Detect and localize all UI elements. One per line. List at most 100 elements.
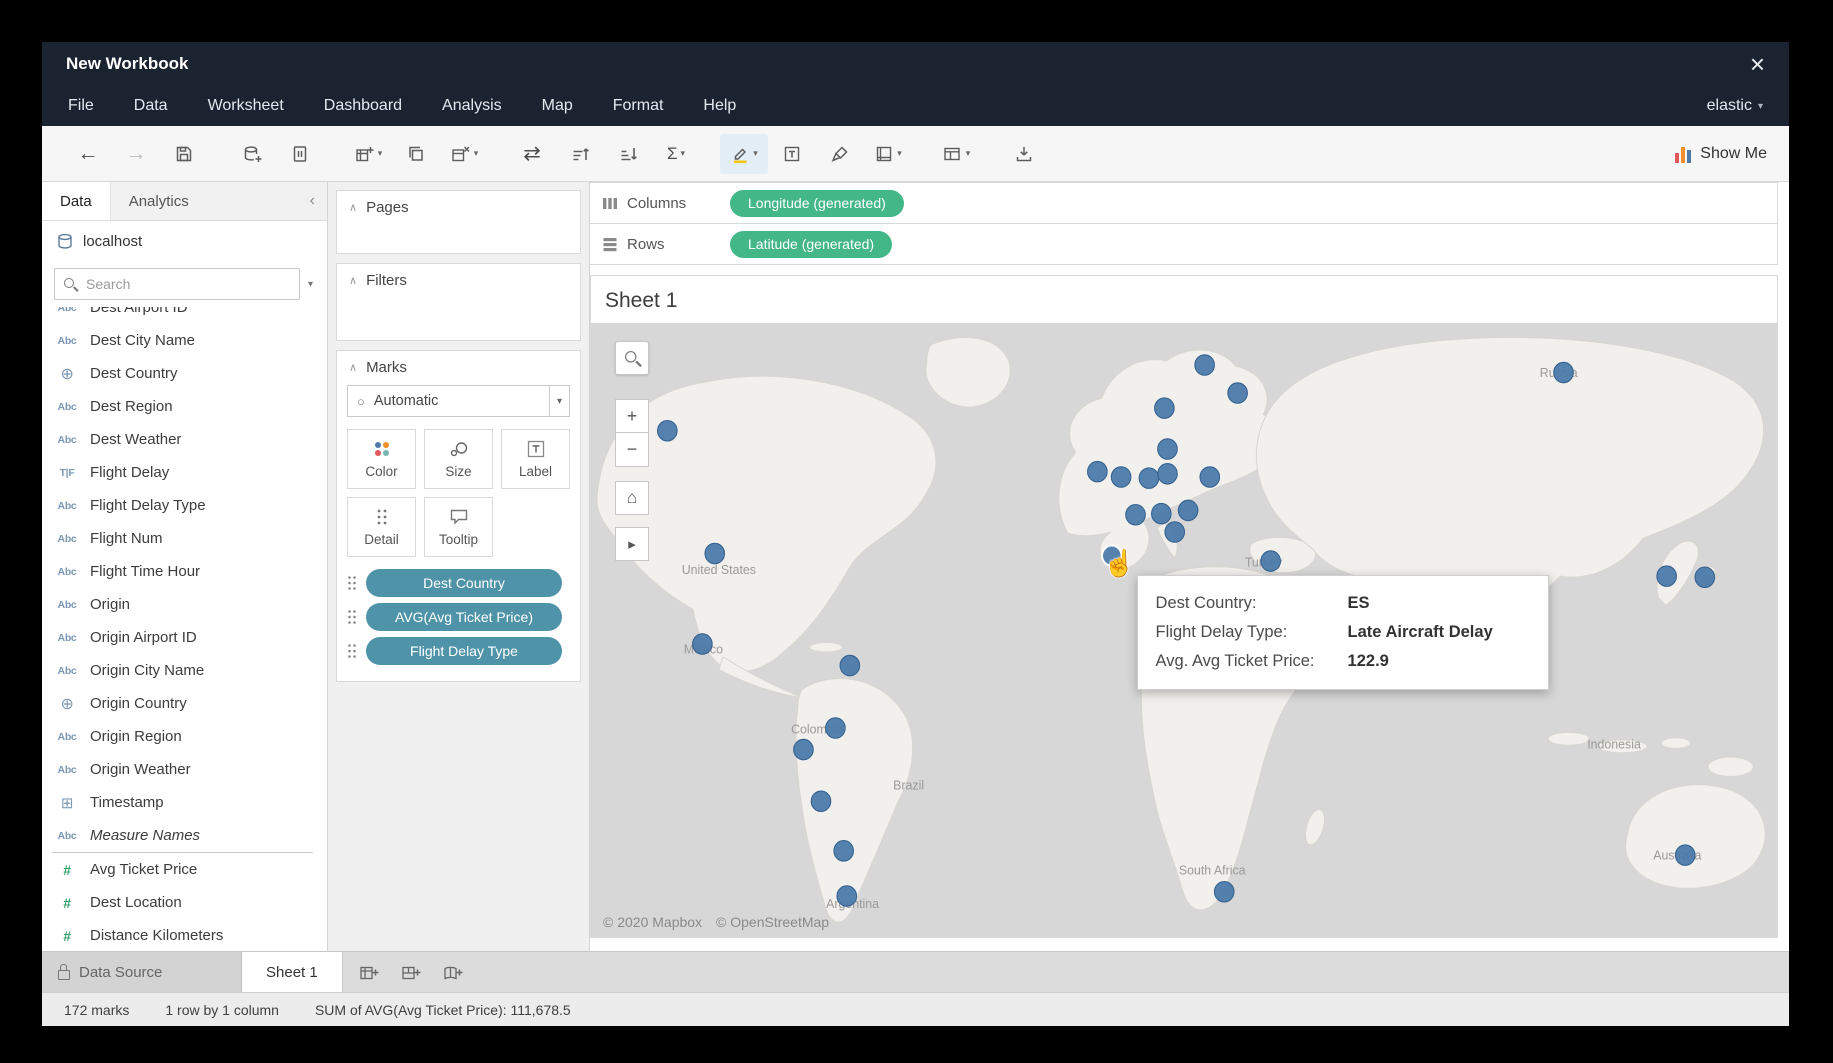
field-dest-city-name[interactable]: AbcDest City Name — [52, 324, 327, 357]
field-dest-region[interactable]: AbcDest Region — [52, 390, 327, 423]
menu-map[interactable]: Map — [542, 97, 573, 115]
data-source-connection[interactable]: localhost — [42, 221, 327, 261]
sort-ascending-button[interactable] — [556, 134, 604, 174]
search-options-caret-icon[interactable]: ▾ — [308, 279, 315, 290]
map-mark[interactable] — [1152, 503, 1172, 523]
map-mark[interactable] — [1178, 500, 1198, 520]
field-search[interactable] — [54, 268, 300, 300]
zoom-home-button[interactable]: ⌂ — [615, 481, 649, 515]
map-mark[interactable] — [1695, 567, 1715, 587]
map-mark[interactable] — [1126, 505, 1146, 525]
rows-shelf[interactable]: Rows Latitude (generated) — [590, 223, 1778, 265]
map-mark[interactable] — [1657, 566, 1677, 586]
map-mark[interactable] — [1554, 362, 1574, 382]
search-input[interactable] — [84, 275, 290, 293]
field-distance-kilometers[interactable]: #Distance Kilometers — [52, 919, 313, 951]
map-mark[interactable] — [1111, 467, 1131, 487]
field-flight-delay[interactable]: T|FFlight Delay — [52, 456, 327, 489]
data-source-tab[interactable]: Data Source — [42, 952, 242, 992]
field-flight-num[interactable]: AbcFlight Num — [52, 522, 327, 555]
field-origin-city-name[interactable]: AbcOrigin City Name — [52, 654, 327, 687]
menu-file[interactable]: File — [68, 97, 94, 115]
field-dest-airport-id[interactable]: AbcDest Airport ID — [52, 307, 327, 324]
menu-data[interactable]: Data — [134, 97, 168, 115]
pause-auto-updates-button[interactable] — [276, 134, 324, 174]
pill-latitude-generated[interactable]: Latitude (generated) — [730, 231, 892, 258]
map-mark[interactable] — [658, 420, 678, 440]
menu-dashboard[interactable]: Dashboard — [324, 97, 402, 115]
map-mark[interactable] — [1158, 464, 1178, 484]
map-mark[interactable] — [1261, 551, 1281, 571]
new-data-source-button[interactable] — [228, 134, 276, 174]
menu-help[interactable]: Help — [703, 97, 736, 115]
pill-dest-country[interactable]: Dest Country — [366, 569, 562, 597]
new-worksheet-tab-button[interactable] — [355, 957, 385, 987]
field-avg-ticket-price[interactable]: #Avg Ticket Price — [52, 853, 313, 886]
filters-card[interactable]: ∧Filters — [336, 263, 581, 341]
field-origin-region[interactable]: AbcOrigin Region — [52, 720, 327, 753]
mark-type-dropdown[interactable]: ○ Automatic ▾ — [347, 385, 570, 417]
duplicate-sheet-button[interactable] — [392, 134, 440, 174]
tab-data[interactable]: Data — [42, 182, 111, 220]
collapse-pane-icon[interactable]: ‹ — [298, 182, 327, 220]
menu-format[interactable]: Format — [613, 97, 664, 115]
pages-card[interactable]: ∧Pages — [336, 190, 581, 254]
color-button[interactable]: Color — [347, 429, 416, 489]
map-mark[interactable] — [794, 739, 814, 759]
redo-button[interactable]: → — [112, 134, 160, 174]
account-menu[interactable]: elastic ▾ — [1707, 97, 1763, 115]
map-view[interactable]: United StatesMexicoColombiaBrazilArgenti… — [591, 323, 1777, 937]
zoom-in-button[interactable]: + — [615, 399, 649, 433]
field-flight-delay-type[interactable]: AbcFlight Delay Type — [52, 489, 327, 522]
field-measure-names[interactable]: AbcMeasure Names — [52, 819, 327, 852]
format-button[interactable] — [816, 134, 864, 174]
map-mark[interactable] — [1200, 467, 1220, 487]
map-mark[interactable] — [826, 718, 846, 738]
map-mark[interactable] — [705, 543, 725, 563]
map-mark[interactable] — [840, 655, 860, 675]
show-mark-labels-button[interactable] — [768, 134, 816, 174]
map-mark[interactable] — [693, 634, 713, 654]
map-mark[interactable] — [811, 791, 831, 811]
map-mark[interactable] — [1214, 882, 1234, 902]
clear-sheet-button[interactable]: ▾ — [440, 134, 488, 174]
show-hide-cards-button[interactable]: ▾ — [932, 134, 980, 174]
map-mark[interactable] — [1228, 383, 1248, 403]
map-mark[interactable] — [1675, 845, 1695, 865]
map-mark[interactable] — [1165, 522, 1185, 542]
map-mark[interactable] — [1195, 355, 1215, 375]
download-button[interactable] — [1000, 134, 1048, 174]
map-mark[interactable] — [834, 841, 854, 861]
map-mark[interactable] — [837, 886, 857, 906]
map-mark[interactable] — [1158, 439, 1178, 459]
size-button[interactable]: Size — [424, 429, 493, 489]
field-timestamp[interactable]: ⊞Timestamp — [52, 786, 327, 819]
show-me-button[interactable]: Show Me — [1675, 145, 1767, 163]
map-search-button[interactable] — [615, 341, 649, 375]
pill-flight-delay-type[interactable]: Flight Delay Type — [366, 637, 562, 665]
totals-button[interactable]: Σ ▾ — [652, 134, 700, 174]
map-options-button[interactable]: ▸ — [615, 527, 649, 561]
field-origin-airport-id[interactable]: AbcOrigin Airport ID — [52, 621, 327, 654]
tab-analytics[interactable]: Analytics — [111, 182, 207, 220]
highlight-button[interactable]: ▾ — [720, 134, 768, 174]
new-story-tab-button[interactable] — [439, 957, 469, 987]
close-icon[interactable]: × — [1750, 51, 1765, 77]
field-dest-country[interactable]: ⊕Dest Country — [52, 357, 327, 390]
columns-shelf[interactable]: Columns Longitude (generated) — [590, 182, 1778, 224]
field-dest-location[interactable]: #Dest Location — [52, 886, 313, 919]
tooltip-button[interactable]: Tooltip — [424, 497, 493, 557]
fit-button[interactable]: ▾ — [864, 134, 912, 174]
field-origin[interactable]: AbcOrigin — [52, 588, 327, 621]
map-mark[interactable] — [1139, 468, 1159, 488]
pill-longitude-generated[interactable]: Longitude (generated) — [730, 190, 904, 217]
save-button[interactable] — [160, 134, 208, 174]
pill-avg-ticket-price[interactable]: AVG(Avg Ticket Price) — [366, 603, 562, 631]
new-dashboard-tab-button[interactable] — [397, 957, 427, 987]
sheet1-tab[interactable]: Sheet 1 — [242, 952, 343, 992]
field-dest-weather[interactable]: AbcDest Weather — [52, 423, 327, 456]
sort-descending-button[interactable] — [604, 134, 652, 174]
swap-rows-and-columns-button[interactable]: ⇄ — [508, 134, 556, 174]
field-origin-weather[interactable]: AbcOrigin Weather — [52, 753, 327, 786]
map-mark[interactable] — [1088, 461, 1108, 481]
